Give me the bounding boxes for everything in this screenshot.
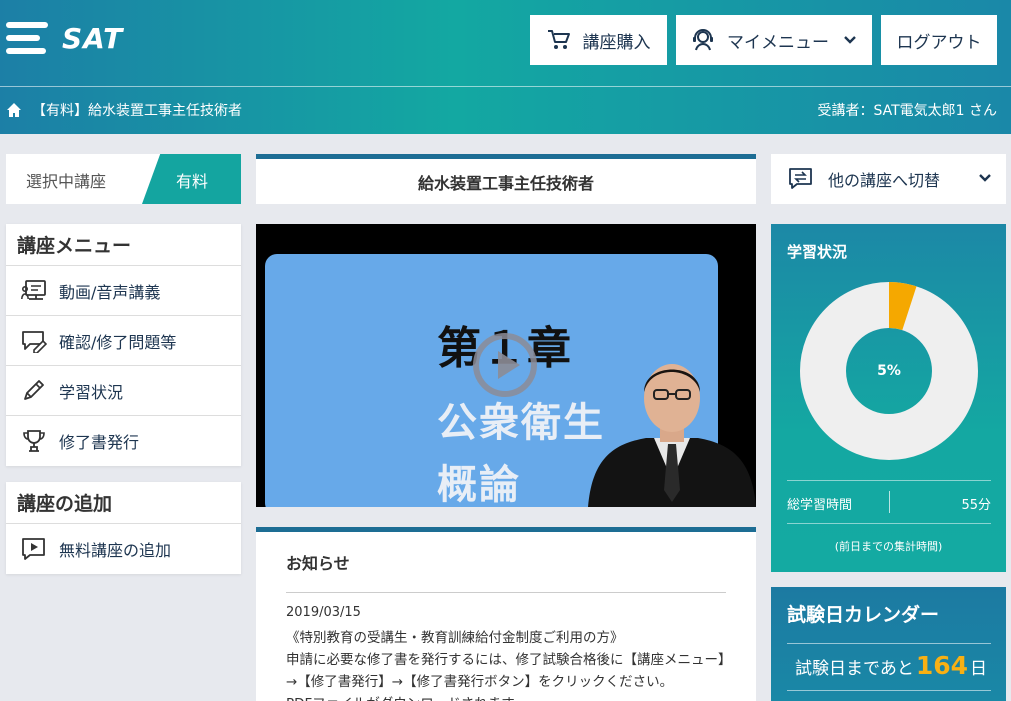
- my-menu-button[interactable]: マイメニュー: [676, 15, 872, 65]
- menu-item-add-free-course[interactable]: 無料講座の追加: [6, 524, 241, 574]
- learning-status-panel: 学習状況 5% 総学習時間 55分 (前日までの集計時間): [771, 224, 1006, 572]
- add-course-title: 講座の追加: [6, 482, 241, 524]
- menu-item-learning-status[interactable]: 学習状況: [6, 366, 241, 416]
- trophy-icon: [23, 430, 45, 452]
- news-divider: [286, 592, 726, 593]
- news-line: PDFファイルがダウンロードされます。: [286, 693, 726, 701]
- student-name: 受講者：SAT電気太郎1 さん: [817, 103, 997, 119]
- menu-item-certificate[interactable]: 修了書発行: [6, 416, 241, 466]
- switch-course-label: 他の講座へ切替: [828, 171, 941, 190]
- switch-course-dropdown[interactable]: 他の講座へ切替: [771, 154, 1006, 204]
- play-chat-icon: [22, 538, 45, 560]
- add-course-card: 講座の追加 無料講座の追加: [6, 482, 241, 574]
- logout-label: ログアウト: [896, 32, 982, 53]
- my-menu-label: マイメニュー: [727, 32, 829, 53]
- calendar-divider: [787, 690, 991, 691]
- selected-course-label: 選択中講座: [26, 172, 107, 191]
- news-line: 《特別教育の受講生・教育訓練給付金制度ご利用の方》: [286, 630, 624, 646]
- news-body: 《特別教育の受講生・教育訓練給付金制度ご利用の方》 申請に必要な修了書を発行する…: [286, 627, 726, 701]
- learning-status-title: 学習状況: [787, 243, 848, 261]
- header-divider: [0, 86, 1011, 87]
- days-until-count: 164: [915, 651, 969, 680]
- progress-percent: 5%: [877, 363, 901, 379]
- news-panel: お知らせ 2019/03/15 《特別教育の受講生・教育訓練給付金制度ご利用の方…: [256, 527, 756, 701]
- selected-course-panel: 選択中講座 有料: [6, 154, 241, 204]
- news-title: お知らせ: [286, 554, 350, 573]
- days-until-suffix: 日: [970, 659, 988, 679]
- play-icon[interactable]: [473, 333, 537, 397]
- course-menu-title: 講座メニュー: [6, 224, 241, 266]
- paid-badge-label: 有料: [176, 172, 209, 191]
- menu-item-label: 確認/修了問題等: [59, 332, 177, 352]
- buy-course-button[interactable]: 講座購入: [530, 15, 667, 65]
- stat-note: (前日までの集計時間): [834, 540, 943, 553]
- pencil-icon: [24, 379, 44, 400]
- logo[interactable]: SAT: [6, 20, 123, 56]
- menu-item-label: 学習状況: [59, 382, 124, 402]
- header: SAT 講座購入 マイメニュー ログアウト 【有料】給水装置工事主任技術者 受講…: [0, 0, 1011, 134]
- logo-text: SAT: [62, 21, 124, 55]
- chevron-down-icon: [979, 174, 991, 182]
- calendar-divider: [787, 643, 991, 644]
- total-study-time-value: 55分: [961, 498, 991, 513]
- news-date: 2019/03/15: [286, 605, 361, 620]
- days-until-exam: 試験日まであと 164 日: [795, 651, 987, 680]
- course-title: 給水装置工事主任技術者: [256, 154, 756, 204]
- video-lecture-icon: [21, 279, 46, 300]
- total-study-time-label: 総学習時間: [787, 498, 853, 513]
- exam-calendar-panel: 試験日カレンダー 試験日まであと 164 日: [771, 587, 1006, 701]
- menu-bars-icon[interactable]: [6, 20, 48, 56]
- stat-divider: [787, 480, 991, 481]
- cart-icon: [547, 30, 570, 49]
- quiz-icon: [22, 330, 47, 353]
- home-icon[interactable]: [6, 102, 22, 118]
- stat-divider: [787, 523, 991, 524]
- menu-item-label: 修了書発行: [59, 433, 140, 452]
- headset-user-icon: [693, 29, 713, 51]
- buy-course-label: 講座購入: [582, 32, 651, 53]
- menu-item-label: 無料講座の追加: [59, 541, 172, 560]
- menu-item-quiz[interactable]: 確認/修了問題等: [6, 316, 241, 366]
- video-player[interactable]: 第１章 公衆衛生 概論: [256, 224, 756, 507]
- news-line: 申請に必要な修了書を発行するには、修了試験合格後に【講座メニュー】→【修了書発行…: [286, 652, 725, 690]
- stat-separator: [889, 491, 890, 513]
- slide-subtitle-1: 公衆衛生: [437, 400, 605, 446]
- breadcrumb-course: 【有料】給水装置工事主任技術者: [32, 103, 242, 119]
- switch-chat-icon: [789, 168, 812, 189]
- chevron-down-icon: [844, 36, 856, 44]
- menu-item-video-lecture[interactable]: 動画/音声講義: [6, 266, 241, 316]
- menu-item-label: 動画/音声講義: [59, 282, 161, 302]
- lecturer-image: [588, 364, 756, 507]
- slide-subtitle-2: 概論: [437, 462, 521, 507]
- days-until-prefix: 試験日まであと: [795, 659, 914, 679]
- logout-button[interactable]: ログアウト: [881, 15, 997, 65]
- exam-calendar-title: 試験日カレンダー: [787, 604, 940, 626]
- course-menu-card: 講座メニュー 動画/音声講義 確認/修了問題等 学習状況 修了書発行: [6, 224, 241, 466]
- breadcrumb: 【有料】給水装置工事主任技術者: [6, 100, 242, 120]
